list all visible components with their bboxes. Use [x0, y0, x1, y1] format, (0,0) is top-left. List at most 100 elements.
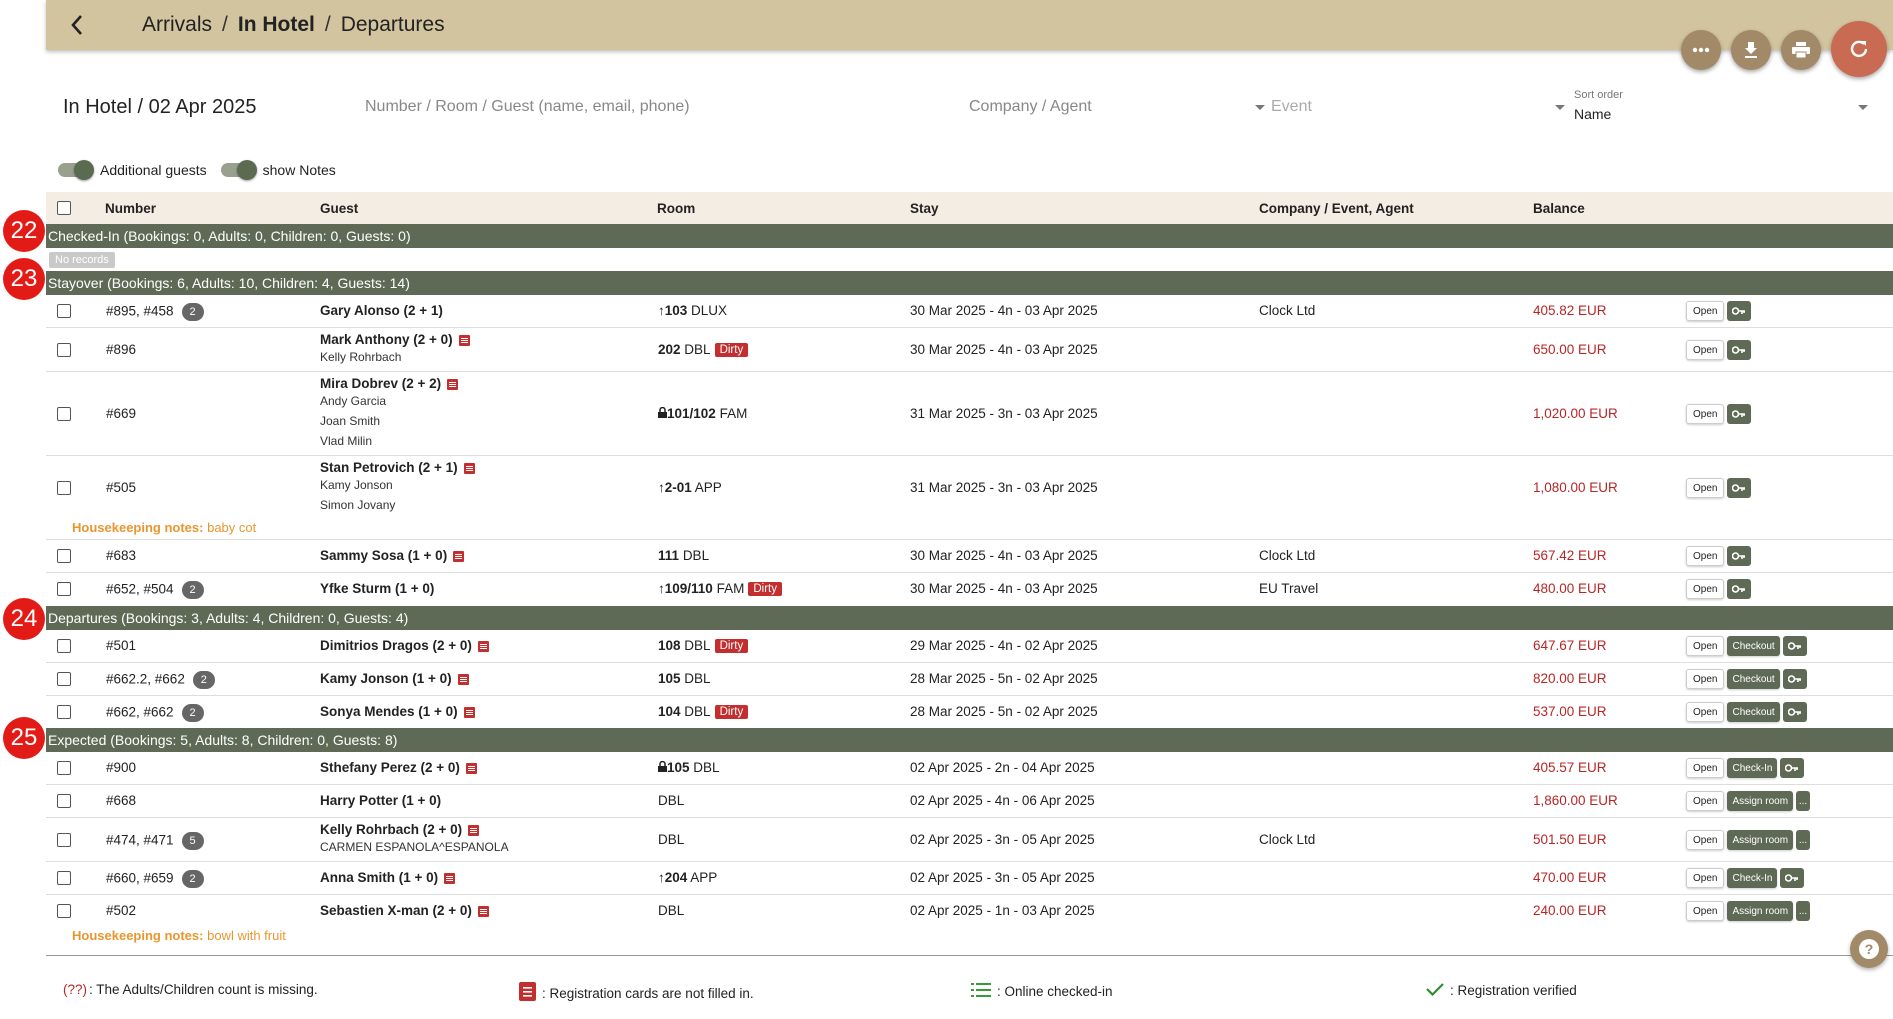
sort-order-select[interactable]: Name: [1574, 106, 1611, 122]
more-options-button[interactable]: [1681, 30, 1721, 70]
key-button[interactable]: [1727, 546, 1752, 566]
open-button[interactable]: Open: [1686, 579, 1725, 599]
key-button[interactable]: [1727, 340, 1752, 360]
row-checkbox[interactable]: [57, 672, 71, 686]
open-button[interactable]: Open: [1686, 868, 1725, 888]
open-button[interactable]: Open: [1686, 830, 1725, 850]
assign-room-button[interactable]: Assign room: [1727, 830, 1794, 850]
row-checkbox[interactable]: [57, 705, 71, 719]
open-button[interactable]: Open: [1686, 636, 1725, 656]
row-checkbox[interactable]: [57, 549, 71, 563]
row-checkbox[interactable]: [57, 794, 71, 808]
open-button[interactable]: Open: [1686, 791, 1725, 811]
key-button[interactable]: [1782, 669, 1807, 689]
checkout-button[interactable]: Checkout: [1727, 669, 1780, 689]
col-stay[interactable]: Stay: [910, 201, 939, 216]
row-checkbox[interactable]: [57, 343, 71, 357]
additional-guests-toggle[interactable]: Additional guests: [58, 160, 207, 180]
key-button[interactable]: [1780, 758, 1805, 778]
row-checkbox[interactable]: [57, 761, 71, 775]
company-agent-field[interactable]: Company / Agent: [969, 98, 1092, 116]
key-button[interactable]: [1727, 478, 1752, 498]
toggle-switch[interactable]: [220, 160, 257, 180]
row-checkbox[interactable]: [57, 871, 71, 885]
open-button[interactable]: Open: [1686, 901, 1725, 921]
row-checkbox[interactable]: [57, 904, 71, 918]
guest-name[interactable]: Dimitrios Dragos (2 + 0): [320, 638, 472, 653]
more-button[interactable]: ...: [1796, 830, 1811, 850]
open-button[interactable]: Open: [1686, 669, 1725, 689]
assign-room-button[interactable]: Assign room: [1727, 791, 1794, 811]
key-button[interactable]: [1780, 868, 1805, 888]
open-button[interactable]: Open: [1686, 546, 1725, 566]
key-button[interactable]: [1727, 301, 1752, 321]
open-button[interactable]: Open: [1686, 478, 1725, 498]
open-button[interactable]: Open: [1686, 301, 1725, 321]
toggle-switch[interactable]: [58, 160, 94, 180]
guest-name[interactable]: Sebastien X-man (2 + 0): [320, 903, 472, 918]
row-checkbox[interactable]: [57, 407, 71, 421]
key-button[interactable]: [1782, 702, 1807, 722]
guest-name[interactable]: Harry Potter (1 + 0): [320, 793, 441, 808]
event-dropdown-arrow-icon[interactable]: [1255, 105, 1265, 110]
back-arrow-icon[interactable]: [62, 10, 92, 40]
breadcrumb-departures[interactable]: Departures: [341, 13, 445, 37]
guest-name[interactable]: Mark Anthony (2 + 0): [320, 332, 453, 347]
table-row[interactable]: #896 Mark Anthony (2 + 0) Kelly Rohrbach…: [46, 328, 1893, 372]
checkin-button[interactable]: Check-In: [1727, 758, 1778, 778]
table-row[interactable]: #669 Mira Dobrev (2 + 2) Andy Garcia Joa…: [46, 372, 1893, 456]
sort-dropdown-arrow-icon[interactable]: [1858, 105, 1868, 110]
print-button[interactable]: [1781, 30, 1821, 70]
checkout-button[interactable]: Checkout: [1727, 636, 1780, 656]
guest-name[interactable]: Sonya Mendes (1 + 0): [320, 704, 458, 719]
open-button[interactable]: Open: [1686, 758, 1725, 778]
more-button[interactable]: ...: [1796, 901, 1811, 921]
row-checkbox[interactable]: [57, 582, 71, 596]
table-row[interactable]: #502 Sebastien X-man (2 + 0) DBL 02 Apr …: [46, 895, 1893, 949]
key-button[interactable]: [1727, 404, 1752, 424]
guest-name[interactable]: Sammy Sosa (1 + 0): [320, 548, 447, 563]
row-checkbox[interactable]: [57, 639, 71, 653]
col-room[interactable]: Room: [657, 201, 695, 216]
table-row[interactable]: #683 Sammy Sosa (1 + 0) 111 DBL 30 Mar 2…: [46, 540, 1893, 573]
col-balance[interactable]: Balance: [1533, 201, 1585, 216]
table-row[interactable]: #474, #471 5 Kelly Rohrbach (2 + 0) CARME…: [46, 818, 1893, 862]
key-button[interactable]: [1727, 579, 1752, 599]
open-button[interactable]: Open: [1686, 702, 1725, 722]
guest-name[interactable]: Sthefany Perez (2 + 0): [320, 760, 460, 775]
table-row[interactable]: #652, #504 2 Yfke Sturm (1 + 0) ↑109/110 …: [46, 573, 1893, 606]
guest-name[interactable]: Stan Petrovich (2 + 1): [320, 460, 458, 475]
col-number[interactable]: Number: [105, 201, 156, 216]
download-button[interactable]: [1731, 30, 1771, 70]
table-row[interactable]: #662.2, #662 2 Kamy Jonson (1 + 0) 105 DB…: [46, 663, 1893, 696]
guest-name[interactable]: Mira Dobrev (2 + 2): [320, 376, 441, 391]
assign-room-button[interactable]: Assign room: [1727, 901, 1794, 921]
guest-name[interactable]: Gary Alonso (2 + 1): [320, 303, 443, 318]
table-row[interactable]: #895, #458 2 Gary Alonso (2 + 1) ↑103 DLU…: [46, 295, 1893, 328]
row-checkbox[interactable]: [57, 304, 71, 318]
col-company[interactable]: Company / Event, Agent: [1259, 201, 1414, 216]
row-checkbox[interactable]: [57, 481, 71, 495]
table-row[interactable]: #900 Sthefany Perez (2 + 0) 105 DBL 02 A…: [46, 752, 1893, 785]
table-row[interactable]: #505 Stan Petrovich (2 + 1) Kamy Jonson …: [46, 456, 1893, 540]
table-row[interactable]: #660, #659 2 Anna Smith (1 + 0) ↑204 APP …: [46, 862, 1893, 895]
search-input[interactable]: Number / Room / Guest (name, email, phon…: [365, 98, 690, 116]
open-button[interactable]: Open: [1686, 404, 1725, 424]
checkin-button[interactable]: Check-In: [1727, 868, 1778, 888]
key-button[interactable]: [1782, 636, 1807, 656]
show-notes-toggle[interactable]: show Notes: [220, 160, 336, 180]
guest-name[interactable]: Kelly Rohrbach (2 + 0): [320, 822, 462, 837]
event-dropdown-arrow-icon[interactable]: [1555, 105, 1565, 110]
more-button[interactable]: ...: [1796, 791, 1811, 811]
event-field[interactable]: Event: [1271, 98, 1312, 116]
open-button[interactable]: Open: [1686, 340, 1725, 360]
table-row[interactable]: #501 Dimitrios Dragos (2 + 0) 108 DBL Dir…: [46, 630, 1893, 663]
table-row[interactable]: #668 Harry Potter (1 + 0) DBL 02 Apr 202…: [46, 785, 1893, 818]
row-checkbox[interactable]: [57, 833, 71, 847]
table-row[interactable]: #662, #662 2 Sonya Mendes (1 + 0) 104 DBL…: [46, 696, 1893, 728]
select-all-checkbox[interactable]: [57, 201, 71, 215]
breadcrumb-arrivals[interactable]: Arrivals: [142, 13, 212, 37]
refresh-button[interactable]: [1831, 21, 1887, 77]
help-button[interactable]: ?: [1850, 930, 1888, 968]
guest-name[interactable]: Kamy Jonson (1 + 0): [320, 671, 452, 686]
